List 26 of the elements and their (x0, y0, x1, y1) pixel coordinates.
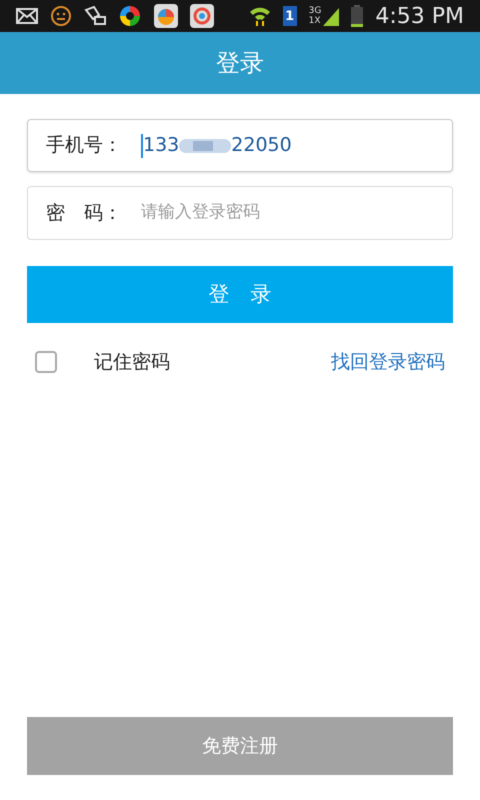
phone-field[interactable]: 手机号： 133 22050 (27, 119, 453, 172)
remember-checkbox[interactable] (35, 351, 57, 373)
field-label: 手机号： (46, 133, 123, 158)
wifi-icon (248, 6, 271, 26)
phone-value: 22050 (231, 133, 292, 158)
password-field[interactable]: 密 码： 请输入登录密码 (27, 186, 453, 240)
smiley-icon (50, 5, 72, 27)
app-icon (154, 4, 178, 28)
field-label: 密 码： (46, 200, 123, 226)
mail-icon (16, 8, 38, 24)
page-title: 登录 (216, 48, 264, 79)
login-button[interactable]: 登 录 (27, 266, 453, 323)
phone-value: 133 (143, 133, 180, 158)
forgot-password-link[interactable]: 找回登录密码 (331, 348, 445, 376)
remember-label: 记住密码 (94, 350, 170, 375)
chat-icon (84, 6, 106, 26)
signal-icon (323, 6, 340, 26)
network-label: 1X (308, 16, 322, 26)
password-input[interactable]: 请输入登录密码 (141, 200, 434, 226)
text-cursor (141, 134, 143, 158)
clock: 4:53 PM (375, 2, 464, 30)
network-label: 3G (308, 6, 322, 16)
sim-badge: 1 (282, 6, 297, 26)
battery-icon (351, 5, 364, 27)
app-icon (118, 4, 142, 28)
app-icon (190, 4, 214, 28)
